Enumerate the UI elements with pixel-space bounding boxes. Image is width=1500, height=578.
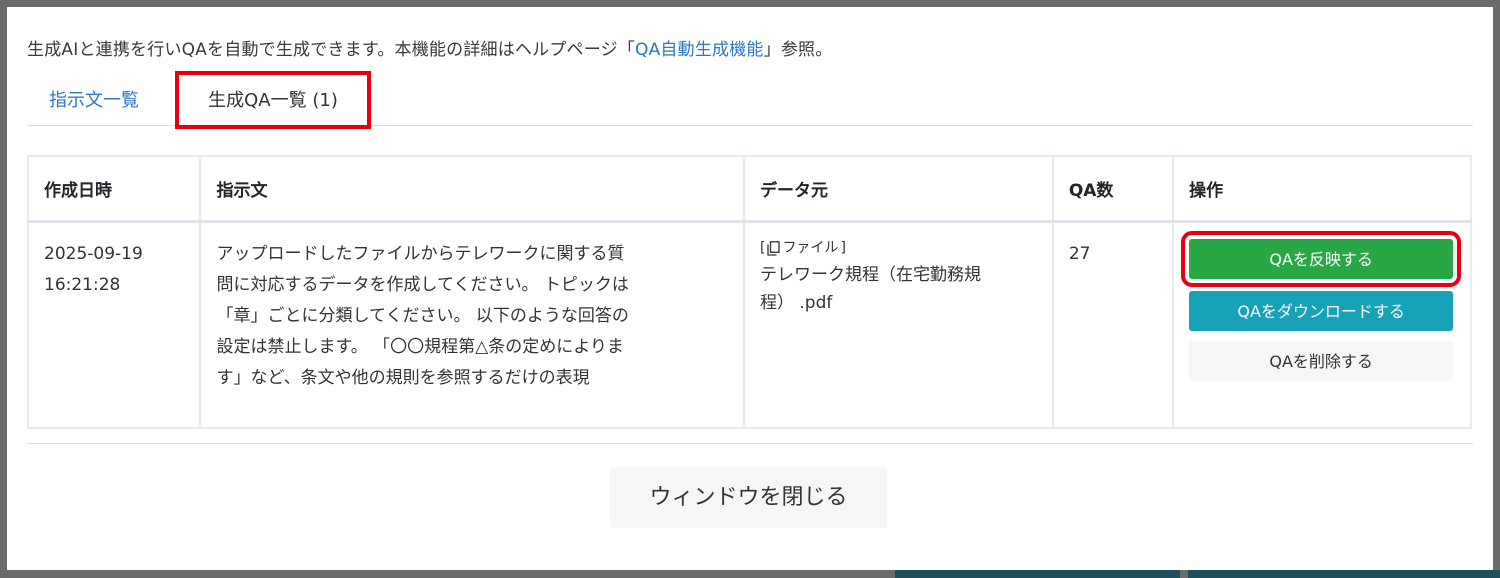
background-button-remnant xyxy=(1188,570,1500,578)
source-file-name-line: 程） .pdf xyxy=(759,293,833,313)
tab-generated-qa-list[interactable]: 生成QA一覧 (1) xyxy=(175,71,371,129)
delete-qa-button[interactable]: QAを削除する xyxy=(1189,341,1454,381)
footer-divider xyxy=(27,443,1473,444)
cell-actions: QAを反映する QAをダウンロードする QAを削除する xyxy=(1172,220,1472,429)
bracket-close: ] xyxy=(840,240,846,256)
header-created-at: 作成日時 xyxy=(26,155,202,223)
generated-qa-table: 作成日時 指示文 データ元 QA数 操作 2025-09-19 16:21:28… xyxy=(26,155,1472,429)
header-prompt: 指示文 xyxy=(199,155,745,223)
reflect-qa-button[interactable]: QAを反映する xyxy=(1181,231,1462,287)
source-file-name: テレワーク規程（在宅勤務規 程） .pdf xyxy=(760,261,1037,317)
header-qa-count: QA数 xyxy=(1051,155,1175,223)
cell-created-at: 2025-09-19 16:21:28 xyxy=(26,220,202,429)
prompt-line: す」など、条文や他の規則を参照するだけの表現 xyxy=(216,368,590,388)
cell-prompt: アップロードしたファイルからテレワークに関する質 問に対応するデータを作成してく… xyxy=(199,220,745,429)
header-data-source: データ元 xyxy=(742,155,1054,223)
source-type-text: ファイル xyxy=(782,240,839,256)
prompt-line: 「章」ごとに分類してください。 以下のような回答の xyxy=(216,306,629,326)
prompt-line: アップロードしたファイルからテレワークに関する質 xyxy=(216,244,625,264)
prompt-line: 問に対応するデータを作成してください。 トピックは xyxy=(216,275,629,295)
file-copy-icon xyxy=(767,240,781,256)
header-actions: 操作 xyxy=(1172,155,1472,223)
bracket-open: [ xyxy=(759,240,766,256)
cell-data-source: [ ファイル ] テレワーク規程（在宅勤務規 程） .pdf xyxy=(742,220,1054,429)
prompt-line: 設定は禁止します。 「〇〇規程第△条の定めによりま xyxy=(216,337,624,357)
table-header-row: 作成日時 指示文 データ元 QA数 操作 xyxy=(26,155,1472,223)
download-qa-button[interactable]: QAをダウンロードする xyxy=(1189,291,1454,331)
background-button-remnant xyxy=(895,570,1180,578)
table-row: 2025-09-19 16:21:28 アップロードしたファイルからテレワークに… xyxy=(26,220,1472,429)
intro-text: 生成AIと連携を行いQAを自動で生成できます。本機能の詳細はヘルプページ「QA自… xyxy=(27,35,832,60)
tab-bar: 指示文一覧 生成QA一覧 (1) xyxy=(27,71,1473,129)
created-date: 2025-09-19 xyxy=(44,244,143,264)
qa-generation-modal: 生成AIと連携を行いQAを自動で生成できます。本機能の詳細はヘルプページ「QA自… xyxy=(7,7,1493,570)
cell-qa-count: 27 xyxy=(1051,220,1175,429)
created-time: 16:21:28 xyxy=(44,275,121,295)
intro-text-before: 生成AIと連携を行いQAを自動で生成できます。本機能の詳細はヘルプページ「 xyxy=(27,40,636,60)
source-file-name-line: テレワーク規程（在宅勤務規 xyxy=(759,265,981,285)
source-type-label: [ ファイル ] xyxy=(760,239,1037,257)
tab-prompt-list[interactable]: 指示文一覧 xyxy=(49,77,139,125)
help-link[interactable]: QA自動生成機能 xyxy=(635,40,764,60)
intro-text-after: 」参照。 xyxy=(763,40,833,60)
close-window-button[interactable]: ウィンドウを閉じる xyxy=(610,467,887,528)
